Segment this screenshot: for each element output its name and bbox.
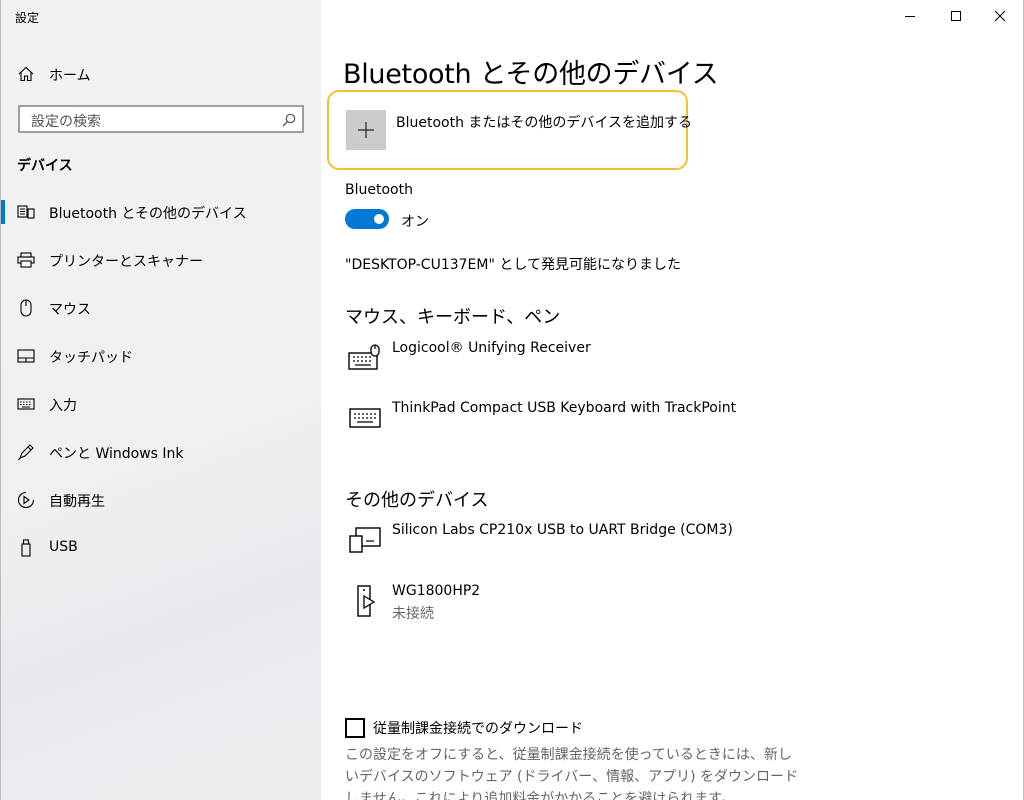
autoplay-icon: [17, 491, 35, 509]
usb-icon: [17, 539, 35, 557]
media-device-icon: [345, 583, 385, 619]
settings-window: 設定 ホーム 設定の検索 デバイス Bluetooth とその他のデバイス プリ…: [0, 0, 1024, 800]
sidebar-item-touchpad[interactable]: タッチパッド: [1, 336, 321, 376]
sidebar-item-label: USB: [49, 539, 78, 555]
plus-icon: [358, 122, 374, 138]
sidebar-item-pen[interactable]: ペンと Windows Ink: [1, 432, 321, 472]
keyboard-mouse-icon: [345, 340, 385, 376]
device-status: 未接続: [392, 606, 434, 622]
keyboard-icon: [345, 400, 385, 436]
device-item[interactable]: Silicon Labs CP210x USB to UART Bridge (…: [345, 522, 985, 572]
sidebar-item-bluetooth[interactable]: Bluetooth とその他のデバイス: [1, 192, 321, 232]
sidebar: 設定 ホーム 設定の検索 デバイス Bluetooth とその他のデバイス プリ…: [1, 0, 321, 800]
device-item[interactable]: Logicool® Unifying Receiver: [345, 340, 985, 390]
home-icon: [17, 65, 35, 83]
sidebar-item-label: ペンと Windows Ink: [49, 446, 184, 462]
group-heading-other-devices: その他のデバイス: [345, 490, 489, 511]
group-heading-input-devices: マウス、キーボード、ペン: [345, 307, 561, 328]
bluetooth-devices-icon: [17, 203, 35, 221]
pen-icon: [17, 443, 35, 461]
sidebar-item-label: タッチパッド: [49, 350, 133, 366]
device-name: WG1800HP2: [392, 583, 481, 599]
sidebar-section-title: デバイス: [17, 158, 73, 174]
sidebar-item-printers[interactable]: プリンターとスキャナー: [1, 240, 321, 280]
sidebar-item-label: プリンターとスキャナー: [49, 254, 203, 270]
sidebar-item-label: マウス: [49, 302, 91, 318]
device-name: Silicon Labs CP210x USB to UART Bridge (…: [392, 522, 733, 538]
add-device-button[interactable]: [346, 110, 386, 150]
metered-download-checkbox[interactable]: [345, 718, 365, 738]
mouse-icon: [17, 299, 35, 317]
discoverable-text: "DESKTOP-CU137EM" として発見可能になりました: [345, 257, 681, 273]
add-device-label[interactable]: Bluetooth またはその他のデバイスを追加する: [396, 112, 692, 132]
generic-device-icon: [345, 522, 385, 558]
metered-download-label[interactable]: 従量制課金接続でのダウンロード: [373, 718, 583, 738]
search-icon[interactable]: [282, 112, 296, 127]
sidebar-item-label: Bluetooth とその他のデバイス: [49, 206, 247, 222]
search-placeholder: 設定の検索: [31, 114, 101, 130]
active-indicator: [1, 200, 5, 224]
device-name: Logicool® Unifying Receiver: [392, 340, 591, 356]
bluetooth-state-label: オン: [401, 214, 429, 230]
device-item[interactable]: WG1800HP2 未接続: [345, 583, 985, 633]
toggle-knob: [374, 214, 384, 224]
sidebar-item-home[interactable]: ホーム: [1, 58, 321, 90]
device-item[interactable]: ThinkPad Compact USB Keyboard with Track…: [345, 400, 985, 450]
sidebar-home-label: ホーム: [49, 68, 91, 84]
sidebar-item-label: 入力: [49, 398, 77, 414]
sidebar-item-autoplay[interactable]: 自動再生: [1, 480, 321, 520]
app-title: 設定: [15, 11, 40, 25]
bluetooth-label: Bluetooth: [345, 182, 413, 198]
device-name: ThinkPad Compact USB Keyboard with Track…: [392, 400, 737, 416]
main-content: Bluetooth とその他のデバイス Bluetooth またはその他のデバイ…: [321, 0, 1023, 800]
keyboard-icon: [17, 395, 35, 413]
sidebar-item-mouse[interactable]: マウス: [1, 288, 321, 328]
page-title: Bluetooth とその他のデバイス: [343, 59, 719, 90]
bluetooth-toggle[interactable]: [345, 209, 389, 229]
sidebar-item-typing[interactable]: 入力: [1, 384, 321, 424]
touchpad-icon: [17, 347, 35, 365]
sidebar-item-label: 自動再生: [49, 494, 105, 510]
sidebar-item-usb[interactable]: USB: [1, 528, 321, 568]
metered-download-description: この設定をオフにすると、従量制課金接続を使っているときには、新しいデバイスのソフ…: [345, 747, 798, 800]
printer-icon: [17, 251, 35, 269]
search-input[interactable]: 設定の検索: [18, 105, 304, 133]
